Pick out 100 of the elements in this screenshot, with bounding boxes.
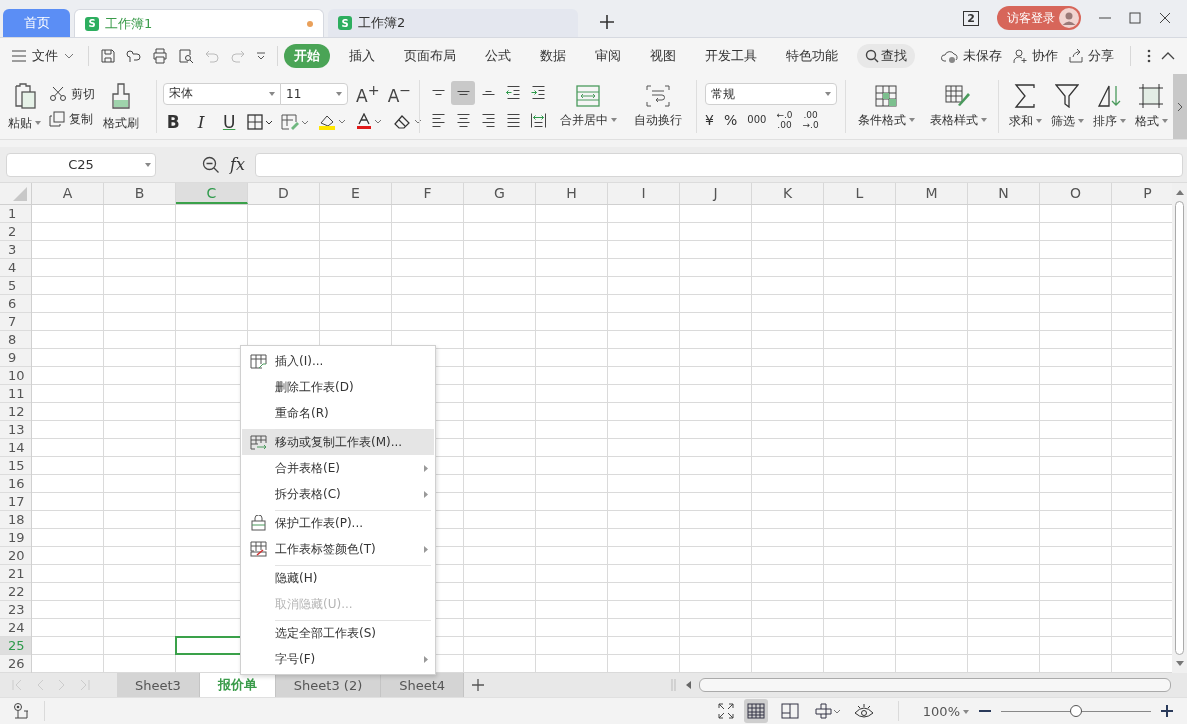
align-button[interactable] bbox=[451, 80, 476, 105]
sheet-tab[interactable]: Sheet3 bbox=[117, 672, 200, 698]
font-style-button[interactable]: I bbox=[191, 111, 212, 132]
menu-item[interactable]: 拆分表格(C) bbox=[242, 481, 434, 507]
column-header[interactable]: E bbox=[320, 182, 392, 204]
row-header[interactable]: 12 bbox=[0, 402, 31, 421]
font-size-select[interactable]: 11 bbox=[280, 82, 349, 105]
export-icon[interactable] bbox=[126, 48, 142, 65]
data-tool-button[interactable]: 求和 bbox=[1007, 83, 1044, 130]
caret-icon[interactable] bbox=[256, 52, 266, 61]
row-header[interactable]: 14 bbox=[0, 438, 31, 457]
more-icon[interactable] bbox=[1147, 49, 1151, 64]
row-header[interactable]: 20 bbox=[0, 546, 31, 565]
row-header[interactable]: 16 bbox=[0, 474, 31, 493]
format-painter-button[interactable]: 格式刷 bbox=[103, 81, 139, 132]
data-tool-button[interactable]: 筛选 bbox=[1049, 83, 1086, 130]
column-header[interactable]: M bbox=[896, 182, 968, 204]
row-header[interactable]: 2 bbox=[0, 222, 31, 241]
ribbon-tab[interactable]: 特色功能 bbox=[776, 44, 848, 69]
column-header[interactable]: O bbox=[1040, 182, 1112, 204]
toolbar-action[interactable]: 协作 bbox=[1012, 47, 1058, 66]
conditional-format-button[interactable]: 条件格式 bbox=[854, 84, 919, 129]
column-header[interactable]: A bbox=[32, 182, 104, 204]
print-preview-icon[interactable] bbox=[178, 48, 194, 65]
zoom-icon[interactable] bbox=[202, 155, 220, 174]
number-format-button[interactable]: ¥ bbox=[705, 113, 715, 128]
zoom-select[interactable]: 100% bbox=[922, 703, 969, 719]
zoom-in-icon[interactable] bbox=[1161, 705, 1173, 718]
row-header[interactable]: 17 bbox=[0, 492, 31, 511]
document-tab[interactable]: S 工作簿2 bbox=[328, 9, 578, 37]
new-tab-icon[interactable] bbox=[600, 15, 614, 29]
function-button[interactable]: fx bbox=[230, 155, 245, 175]
number-format-select[interactable]: 常规 bbox=[705, 83, 838, 106]
menu-item[interactable]: 重命名(R) bbox=[242, 400, 434, 426]
ribbon-tab[interactable]: 公式 bbox=[475, 44, 521, 69]
ribbon-tab[interactable]: 数据 bbox=[530, 44, 576, 69]
row-header[interactable]: 19 bbox=[0, 528, 31, 547]
data-tool-button[interactable]: 排序 bbox=[1091, 83, 1128, 130]
menu-item[interactable]: 字号(F) bbox=[242, 646, 434, 672]
menu-item[interactable]: 移动或复制工作表(M)... bbox=[242, 429, 434, 455]
fullscreen-icon[interactable] bbox=[717, 703, 734, 720]
wrap-text-button[interactable]: 自动换行 bbox=[626, 84, 691, 129]
ribbon-tab[interactable]: 视图 bbox=[640, 44, 686, 69]
row-header[interactable]: 11 bbox=[0, 384, 31, 403]
font-style-button[interactable]: B bbox=[163, 111, 184, 132]
row-header[interactable]: 15 bbox=[0, 456, 31, 475]
close-icon[interactable] bbox=[1159, 12, 1171, 24]
column-header[interactable]: F bbox=[392, 182, 464, 204]
number-format-button[interactable]: ←.0 .00 bbox=[776, 110, 793, 131]
eye-icon[interactable] bbox=[853, 703, 874, 720]
borders-icon[interactable] bbox=[247, 113, 274, 130]
font-select[interactable]: 宋体 bbox=[163, 82, 282, 105]
column-header[interactable]: D bbox=[248, 182, 320, 204]
row-header[interactable]: 26 bbox=[0, 654, 31, 673]
file-menu[interactable]: 文件 bbox=[12, 47, 74, 66]
number-format-button[interactable]: 000 bbox=[747, 115, 767, 126]
data-tool-button[interactable]: 格式 bbox=[1133, 83, 1170, 130]
number-format-button[interactable]: .00 →.0 bbox=[802, 110, 819, 131]
column-header[interactable]: I bbox=[608, 182, 680, 204]
number-format-button[interactable]: % bbox=[724, 113, 738, 128]
row-header[interactable]: 4 bbox=[0, 258, 31, 277]
row-header[interactable]: 1 bbox=[0, 204, 31, 223]
login-button[interactable]: 访客登录 bbox=[997, 6, 1081, 30]
ribbon-tab[interactable]: 页面布局 bbox=[394, 44, 466, 69]
row-header[interactable]: 7 bbox=[0, 312, 31, 331]
formula-input[interactable] bbox=[254, 152, 1183, 177]
print-icon[interactable] bbox=[152, 48, 168, 65]
ribbon-tab[interactable]: 插入 bbox=[339, 44, 385, 69]
row-header[interactable]: 9 bbox=[0, 348, 31, 367]
save-icon[interactable] bbox=[100, 48, 116, 65]
scrollbar-thumb[interactable] bbox=[699, 678, 1171, 693]
row-header[interactable]: 10 bbox=[0, 366, 31, 385]
copy-button[interactable]: 复制 bbox=[49, 110, 95, 128]
row-header[interactable]: 6 bbox=[0, 294, 31, 313]
search-button[interactable]: 查找 bbox=[857, 44, 915, 69]
row-header[interactable]: 18 bbox=[0, 510, 31, 529]
paste-button[interactable]: 粘贴 bbox=[8, 81, 41, 132]
collapse-icon[interactable] bbox=[1161, 52, 1175, 61]
macro-icon[interactable] bbox=[12, 702, 30, 721]
scroll-left-icon[interactable] bbox=[685, 681, 691, 690]
menu-item[interactable]: 合并表格(E) bbox=[242, 455, 434, 481]
toolbar-action[interactable]: 分享 bbox=[1068, 47, 1114, 66]
window-count-badge[interactable]: 2 bbox=[963, 10, 979, 26]
scroll-down-icon[interactable] bbox=[1175, 660, 1184, 667]
menu-item[interactable]: 插入(I)... bbox=[242, 348, 434, 374]
scrollbar-thumb[interactable] bbox=[1175, 200, 1184, 655]
font-style-button[interactable]: U bbox=[219, 111, 240, 132]
row-header[interactable]: 23 bbox=[0, 600, 31, 619]
zoom-slider-thumb[interactable] bbox=[1070, 704, 1082, 717]
maximize-icon[interactable] bbox=[1129, 12, 1141, 24]
column-header[interactable]: N bbox=[968, 182, 1040, 204]
row-header[interactable]: 8 bbox=[0, 330, 31, 349]
menu-item[interactable]: 删除工作表(D) bbox=[242, 374, 434, 400]
row-header[interactable]: 24 bbox=[0, 618, 31, 637]
column-header[interactable]: J bbox=[680, 182, 752, 204]
table-style-button[interactable]: 表格样式 bbox=[926, 84, 991, 129]
ribbon-tab[interactable]: 开发工具 bbox=[695, 44, 767, 69]
add-sheet-icon[interactable] bbox=[472, 679, 485, 692]
ribbon-tab[interactable]: 审阅 bbox=[585, 44, 631, 69]
column-header[interactable]: G bbox=[464, 182, 536, 204]
